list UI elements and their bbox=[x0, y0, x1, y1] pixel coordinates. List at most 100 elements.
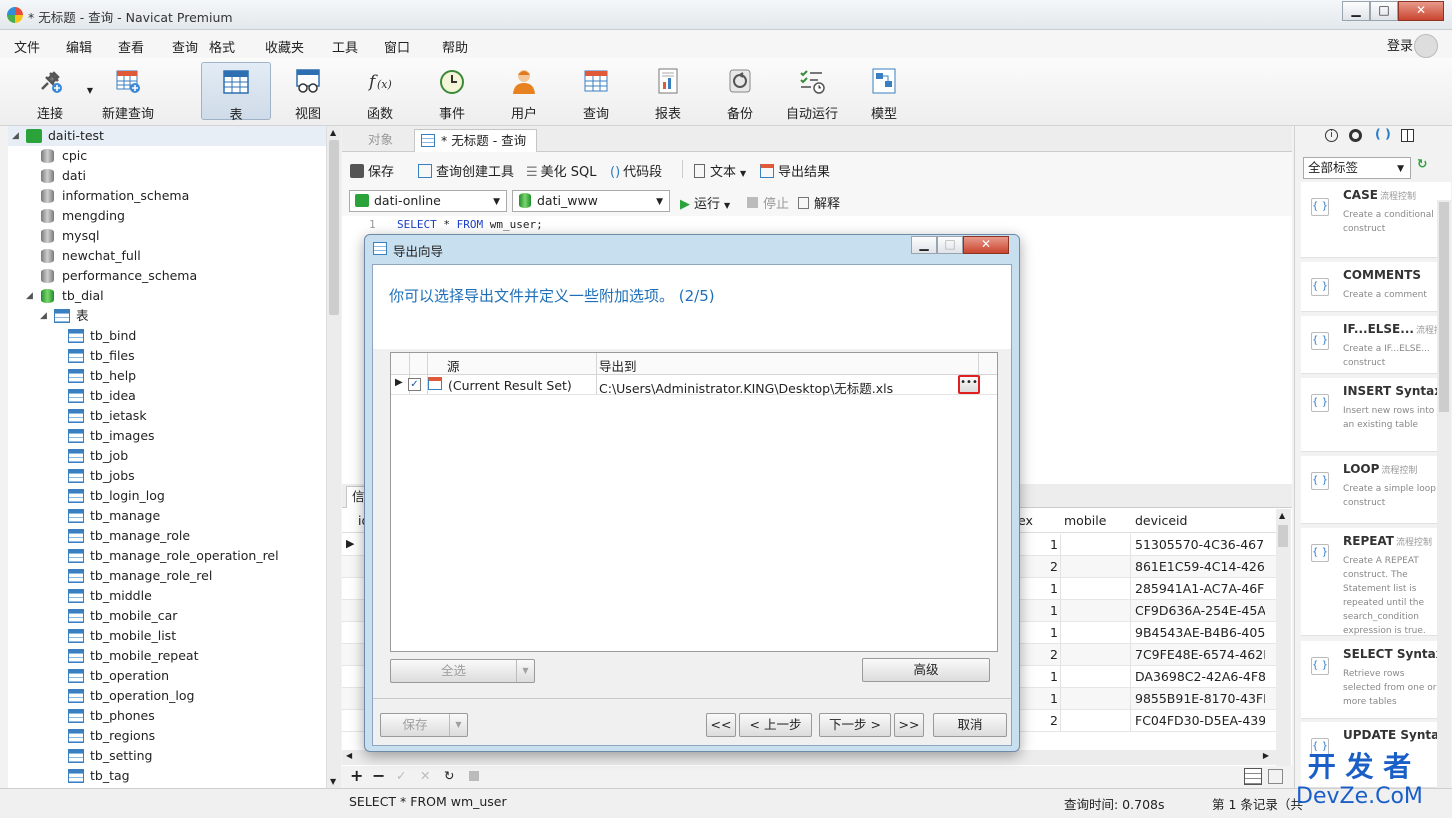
menu-favorites[interactable]: 收藏夹 bbox=[265, 37, 304, 56]
close-window-button[interactable]: ✕ bbox=[1398, 1, 1444, 21]
cell-deviceid[interactable]: CF9D636A-254E-45AC-A bbox=[1135, 600, 1265, 622]
dialog-close-button[interactable]: ✕ bbox=[963, 236, 1009, 254]
connect-button[interactable]: 连接 ▼ bbox=[15, 62, 93, 122]
snippet-scrollbar[interactable] bbox=[1437, 200, 1451, 788]
collapse-icon[interactable]: ◢ bbox=[12, 126, 19, 146]
table-button[interactable]: 表 bbox=[201, 62, 271, 123]
export-row[interactable]: ▶ ✓ (Current Result Set) C:\Users\Admini… bbox=[391, 375, 997, 397]
chevron-down-icon[interactable]: ▼ bbox=[516, 660, 534, 682]
tab-objects[interactable]: 对象 bbox=[358, 129, 403, 152]
tree-connection-row[interactable]: ◢ daiti-test bbox=[8, 126, 326, 146]
scroll-up-icon[interactable]: ▲ bbox=[1279, 511, 1285, 520]
login-link[interactable]: 登录 bbox=[1387, 35, 1413, 54]
menu-query[interactable]: 查询 bbox=[172, 37, 198, 56]
preview-icon[interactable] bbox=[1349, 129, 1362, 142]
backup-button[interactable]: 备份 bbox=[705, 62, 775, 122]
snippet-item[interactable]: CASE流程控制 Create a conditional construct bbox=[1301, 182, 1451, 258]
explain-button[interactable]: 解释 bbox=[798, 193, 840, 212]
cell-deviceid[interactable]: 285941A1-AC7A-46F0-83 bbox=[1135, 578, 1265, 600]
tab-query[interactable]: * 无标题 - 查询 bbox=[414, 129, 538, 152]
apply-icon[interactable]: ✓ bbox=[396, 768, 406, 783]
column-header-sex[interactable]: ex bbox=[1018, 513, 1033, 528]
query-builder-button[interactable]: 查询创建工具 bbox=[418, 161, 514, 180]
maximize-button[interactable]: □ bbox=[1370, 1, 1398, 21]
user-button[interactable]: 用户 bbox=[489, 62, 559, 122]
minimize-button[interactable]: ▁ bbox=[1342, 1, 1370, 21]
save-profile-button[interactable]: 保存 ▼ bbox=[380, 713, 468, 737]
report-button[interactable]: 报表 bbox=[633, 62, 703, 122]
previous-step-button[interactable]: < 上一步 bbox=[739, 713, 812, 737]
avatar[interactable] bbox=[1414, 34, 1438, 58]
menu-help[interactable]: 帮助 bbox=[442, 37, 468, 56]
column-header-deviceid[interactable]: deviceid bbox=[1135, 513, 1187, 528]
menu-window[interactable]: 窗口 bbox=[384, 37, 410, 56]
scroll-right-icon[interactable]: ▶ bbox=[1263, 751, 1269, 760]
menu-file[interactable]: 文件 bbox=[14, 37, 40, 56]
tree-scrollbar-thumb[interactable] bbox=[329, 140, 339, 315]
stop-button[interactable]: 停止 bbox=[747, 193, 789, 212]
browse-file-button[interactable]: ••• bbox=[958, 375, 980, 394]
beautify-sql-button[interactable]: ☰ 美化 SQL bbox=[526, 161, 597, 180]
cell-deviceid[interactable]: FC04FD30-D5EA-4397-8 bbox=[1135, 710, 1265, 732]
dialog-minimize-button[interactable]: ▁ bbox=[911, 236, 937, 254]
chevron-down-icon[interactable]: ▼ bbox=[449, 714, 467, 736]
snippet-item[interactable]: SELECT Syntax Retrieve rows selected from… bbox=[1301, 641, 1451, 719]
refresh-icon[interactable]: ↻ bbox=[444, 768, 454, 783]
connection-select[interactable]: dati-online ▼ bbox=[349, 190, 507, 212]
advanced-button[interactable]: 高级 bbox=[862, 658, 990, 682]
save-button[interactable]: 保存 bbox=[350, 161, 394, 180]
scroll-up-icon[interactable]: ▲ bbox=[330, 128, 336, 137]
snippet-item[interactable]: COMMENTS Create a comment bbox=[1301, 262, 1451, 312]
next-step-button[interactable]: 下一步 > bbox=[819, 713, 891, 737]
refresh-snippets-icon[interactable]: ↻ bbox=[1417, 156, 1427, 171]
text-button[interactable]: 文本 ▼ bbox=[694, 161, 746, 180]
cell-deviceid[interactable]: 9855B91E-8170-43FF-BE bbox=[1135, 688, 1265, 710]
snippet-filter-select[interactable]: 全部标签 ▼ bbox=[1303, 157, 1411, 179]
query-button[interactable]: 查询 bbox=[561, 62, 631, 122]
results-horizontal-scrollbar[interactable]: ◀ ▶ bbox=[342, 750, 1277, 765]
cell-mobile[interactable] bbox=[1064, 556, 1130, 578]
menu-format[interactable]: 格式 bbox=[209, 37, 235, 56]
form-view-icon[interactable] bbox=[1268, 769, 1283, 784]
snippet-scrollbar-thumb[interactable] bbox=[1439, 202, 1449, 412]
collapse-icon[interactable]: ◢ bbox=[26, 286, 33, 306]
dialog-maximize-button[interactable]: □ bbox=[937, 236, 963, 254]
cell-mobile[interactable] bbox=[1064, 600, 1130, 622]
delete-record-icon[interactable]: − bbox=[372, 766, 385, 785]
first-step-button[interactable]: << bbox=[706, 713, 736, 737]
database-select[interactable]: dati_www ▼ bbox=[512, 190, 670, 212]
menu-edit[interactable]: 编辑 bbox=[66, 37, 92, 56]
cell-mobile[interactable] bbox=[1064, 688, 1130, 710]
menu-view[interactable]: 查看 bbox=[118, 37, 144, 56]
snippet-item[interactable]: LOOP流程控制 Create a simple loop construct bbox=[1301, 456, 1451, 524]
collapse-icon[interactable]: ◢ bbox=[40, 306, 47, 326]
snippet-item[interactable]: INSERT Syntax Insert new rows into an exi… bbox=[1301, 378, 1451, 452]
cell-mobile[interactable] bbox=[1064, 622, 1130, 644]
view-button[interactable]: 视图 bbox=[273, 62, 343, 122]
export-row-path[interactable]: C:\Users\Administrator.KING\Desktop\无标题.… bbox=[599, 378, 893, 397]
cell-deviceid[interactable]: 7C9FE48E-6574-462E-94 bbox=[1135, 644, 1265, 666]
export-row-checkbox[interactable]: ✓ bbox=[408, 378, 421, 391]
cell-deviceid[interactable]: 861E1C59-4C14-4260-A0 bbox=[1135, 556, 1265, 578]
stop-icon[interactable] bbox=[469, 771, 479, 781]
discard-icon[interactable]: ✕ bbox=[420, 768, 430, 783]
cell-mobile[interactable] bbox=[1064, 644, 1130, 666]
new-query-button[interactable]: 新建查询 bbox=[93, 62, 163, 122]
snippet-item[interactable]: IF...ELSE...流程控 Create a IF...ELSE... con… bbox=[1301, 316, 1451, 374]
layout-icon[interactable] bbox=[1401, 129, 1414, 142]
column-header-mobile[interactable]: mobile bbox=[1064, 513, 1106, 528]
cell-mobile[interactable] bbox=[1064, 710, 1130, 732]
scroll-left-icon[interactable]: ◀ bbox=[346, 751, 352, 760]
cell-deviceid[interactable]: 9B4543AE-B4B6-4054-9 bbox=[1135, 622, 1265, 644]
cell-mobile[interactable] bbox=[1064, 578, 1130, 600]
snippet-item[interactable]: REPEAT流程控制 Create A REPEAT construct. The… bbox=[1301, 528, 1451, 636]
cell-mobile[interactable] bbox=[1064, 534, 1130, 556]
select-all-button[interactable]: 全选 ▼ bbox=[390, 659, 535, 683]
tree-scrollbar[interactable]: ▲ ▼ bbox=[326, 126, 341, 788]
model-button[interactable]: 模型 bbox=[849, 62, 919, 122]
cell-deviceid[interactable]: DA3698C2-42A6-4F86-9 bbox=[1135, 666, 1265, 688]
export-result-button[interactable]: 导出结果 bbox=[760, 161, 830, 180]
snippet-button[interactable]: () 代码段 bbox=[610, 161, 662, 180]
info-icon[interactable]: i bbox=[1325, 129, 1338, 142]
last-step-button[interactable]: >> bbox=[894, 713, 924, 737]
